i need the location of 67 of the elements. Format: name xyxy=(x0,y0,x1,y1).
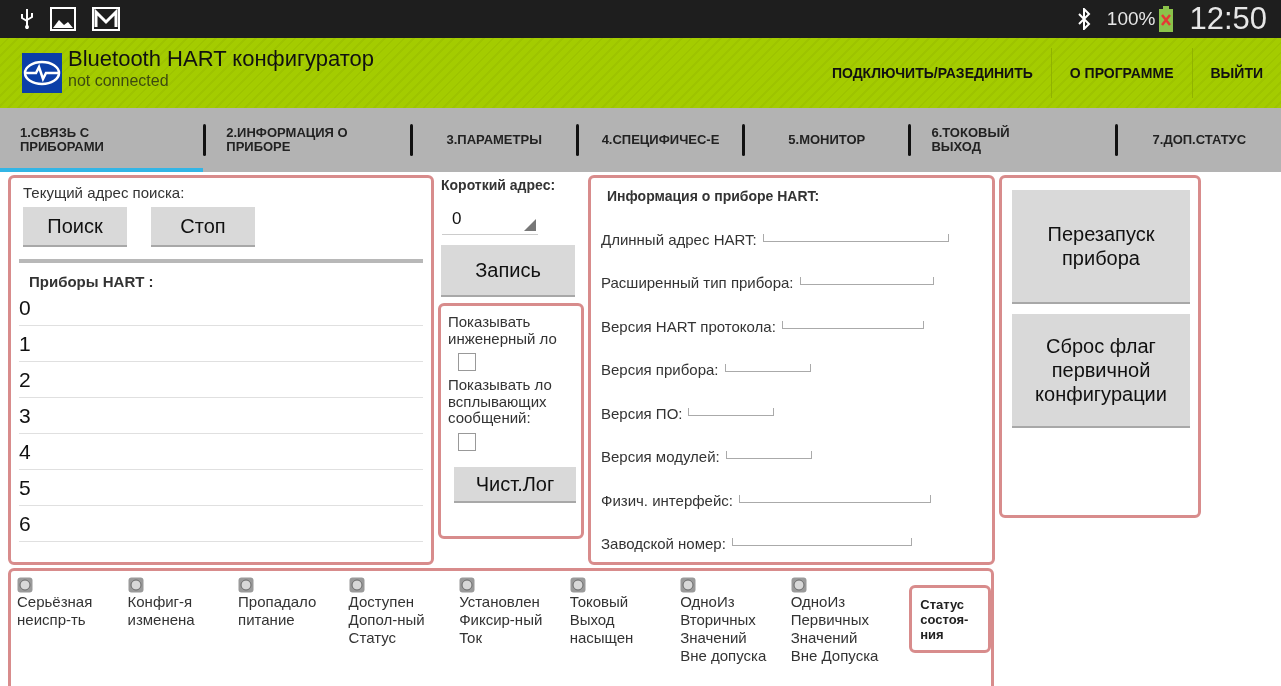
action-button[interactable]: О ПРОГРАММЕ xyxy=(1050,48,1192,98)
device-action-button[interactable]: Перезапуск прибора xyxy=(1012,190,1190,304)
app-logo xyxy=(22,53,62,93)
status-flag-label: Конфиг-я изменена xyxy=(127,593,196,629)
status-flag-label: ОдноИз Вторичных Значений Вне допуска xyxy=(680,593,768,665)
search-button[interactable]: Поиск xyxy=(23,207,127,247)
field-label: Заводской номер: xyxy=(601,535,726,552)
checkbox[interactable] xyxy=(458,432,476,451)
input-field[interactable] xyxy=(688,407,775,416)
usb-icon xyxy=(20,8,34,30)
input-field[interactable] xyxy=(781,320,924,329)
device-list-item[interactable]: 5 xyxy=(19,470,423,506)
input-field[interactable] xyxy=(799,277,934,285)
device-list-item[interactable]: 3 xyxy=(19,398,423,434)
device-list-item[interactable]: 2 xyxy=(19,362,423,398)
short-address-dropdown[interactable]: 0 xyxy=(442,201,538,235)
tab[interactable]: 6.ТОКОВЫЙ ВЫХОД xyxy=(911,108,1115,172)
devices-title: Приборы HART : xyxy=(28,273,155,290)
device-list-item[interactable]: 0 xyxy=(19,290,423,326)
status-flag-label: ОдноИз Первичных Значений Вне Допуска xyxy=(790,593,880,665)
tab[interactable]: 5.МОНИТОР xyxy=(745,108,909,172)
tab[interactable]: 2.ИНФОРМАЦИЯ О ПРИБОРЕ xyxy=(206,108,410,172)
field-label: Версия прибора: xyxy=(601,361,719,378)
search-address-label: Текущий адрес поиска: xyxy=(22,184,186,201)
status-flag-label: Установлен Фиксир-ный Ток xyxy=(459,593,544,647)
input-field[interactable] xyxy=(762,233,949,242)
device-list-item[interactable]: 6 xyxy=(19,506,423,542)
image-icon xyxy=(50,7,76,31)
field-label: Физич. интерфейс: xyxy=(601,491,733,509)
tab[interactable]: 7.ДОП.СТАТУС xyxy=(1117,108,1281,172)
status-flag-label: Серьёзная неиспр-ть xyxy=(17,593,94,629)
action-button[interactable]: ПОДКЛЮЧИТЬ/РАЗЕДИНИТЬ xyxy=(813,48,1051,98)
field-label: Версия ПО: xyxy=(601,404,683,422)
battery-icon xyxy=(1159,6,1174,32)
checkbox[interactable] xyxy=(458,353,476,371)
status-button[interactable]: Статус состоя-ния xyxy=(909,585,991,653)
input-field[interactable] xyxy=(738,494,931,503)
device-list-item[interactable]: 4 xyxy=(19,434,423,470)
device-list-item[interactable]: 1 xyxy=(19,326,423,362)
bluetooth-icon xyxy=(1076,8,1091,30)
field-label: Версия HART протокола: xyxy=(601,317,776,335)
tab[interactable]: 4.СПЕЦИФИЧЕС-Е xyxy=(578,108,743,172)
field-label: Расширенный тип прибора: xyxy=(601,274,794,291)
write-button[interactable]: Запись xyxy=(441,245,575,297)
battery-percent: 100% xyxy=(1106,8,1156,30)
input-field[interactable] xyxy=(725,451,812,459)
mail-icon xyxy=(92,7,120,31)
status-flag-label: Доступен Допол-ный Статус xyxy=(348,593,426,647)
clear-log-button[interactable]: Чист.Лог xyxy=(454,466,576,503)
app-title: Bluetooth HART конфигуратор xyxy=(68,46,374,72)
status-flag-label: Пропадало питание xyxy=(238,593,318,629)
status-flag-label: Токовый Выход насыщен xyxy=(569,593,635,647)
tab[interactable]: 1.СВЯЗЬ С ПРИБОРАМИ xyxy=(0,108,204,172)
action-button[interactable]: ВЫЙТИ xyxy=(1191,48,1281,98)
connection-status: not connected xyxy=(68,72,170,90)
log-option-label: Показывать инженерный ло xyxy=(448,314,558,347)
short-address-label: Короткий адрес: xyxy=(440,177,557,193)
field-label: Длинный адрес HART: xyxy=(601,230,757,248)
search-button[interactable]: Стоп xyxy=(151,207,255,247)
tab[interactable]: 3.ПАРАМЕТРЫ xyxy=(412,108,576,172)
input-field[interactable] xyxy=(724,364,811,372)
field-label: Версия модулей: xyxy=(601,448,720,465)
log-option-label: Показывать ло всплывающих сообщений: xyxy=(448,377,553,427)
input-field[interactable] xyxy=(731,538,912,546)
device-info-title: Информация о приборе HART: xyxy=(606,188,821,204)
device-action-button[interactable]: Сброс флаг первичной конфигурации xyxy=(1012,314,1190,428)
clock-time: 12:50 xyxy=(1189,1,1267,37)
